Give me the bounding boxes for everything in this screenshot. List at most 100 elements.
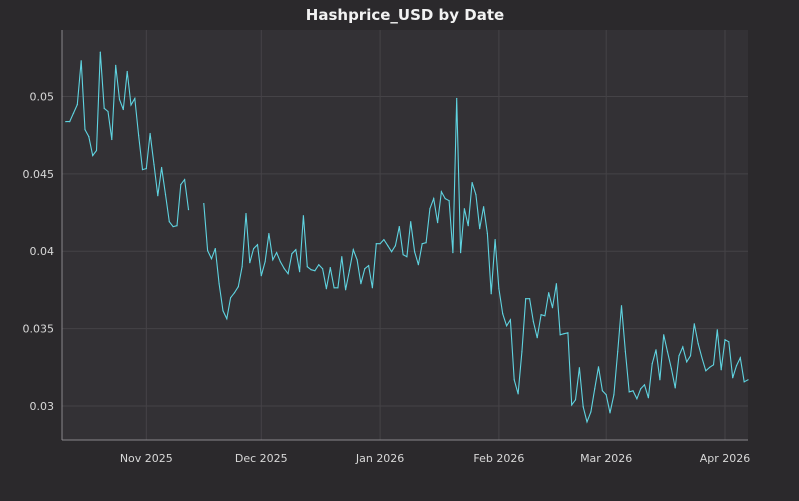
data-point xyxy=(134,97,136,100)
data-point xyxy=(218,283,220,285)
data-point xyxy=(437,222,439,224)
data-point xyxy=(283,268,285,270)
data-point xyxy=(720,369,722,371)
data-point xyxy=(103,107,105,109)
data-point xyxy=(586,421,588,423)
data-point xyxy=(712,364,715,366)
data-point xyxy=(540,314,542,316)
data-point xyxy=(666,351,669,353)
data-point xyxy=(563,333,565,335)
data-point xyxy=(594,388,596,390)
data-point xyxy=(126,70,128,73)
data-point xyxy=(555,283,558,285)
data-point xyxy=(348,270,350,272)
chart-title: Hashprice_USD by Date xyxy=(306,6,504,24)
data-point xyxy=(368,265,370,267)
data-point xyxy=(241,266,243,268)
data-point xyxy=(72,112,75,114)
data-point xyxy=(214,248,216,250)
x-tick-label: Jan 2026 xyxy=(355,452,404,465)
data-point xyxy=(732,377,734,379)
data-point xyxy=(655,349,657,351)
data-point xyxy=(168,221,170,223)
data-point xyxy=(272,259,274,261)
data-point xyxy=(663,334,665,336)
data-point xyxy=(260,275,262,277)
data-point xyxy=(226,318,228,320)
data-point xyxy=(448,200,450,202)
data-point xyxy=(640,388,642,390)
data-point xyxy=(187,209,190,211)
data-point xyxy=(460,252,462,254)
data-point xyxy=(375,243,377,245)
data-point xyxy=(494,239,496,241)
data-point xyxy=(141,169,144,171)
data-point xyxy=(210,258,213,260)
data-point xyxy=(115,64,117,66)
data-point xyxy=(567,332,569,334)
data-point xyxy=(391,251,393,253)
data-point xyxy=(337,287,339,289)
y-tick-label: 0.045 xyxy=(23,168,55,181)
data-point xyxy=(739,357,741,359)
data-point xyxy=(176,225,178,227)
data-point xyxy=(452,252,454,254)
data-point xyxy=(475,194,477,196)
data-point xyxy=(544,315,546,317)
y-axis-ticks: 0.03 0.035 0.04 0.045 0.05 xyxy=(23,91,55,413)
data-point xyxy=(245,213,247,215)
data-point xyxy=(356,259,358,261)
data-point xyxy=(295,249,297,251)
data-point xyxy=(65,121,67,123)
data-point xyxy=(605,394,607,396)
y-tick-label: 0.04 xyxy=(30,245,55,258)
data-point xyxy=(287,273,289,275)
data-point xyxy=(525,298,527,300)
data-point xyxy=(548,292,550,294)
data-point xyxy=(314,270,316,272)
y-tick-label: 0.03 xyxy=(30,400,55,413)
data-point xyxy=(99,51,101,53)
y-tick-label: 0.05 xyxy=(30,91,55,104)
data-point xyxy=(164,194,167,196)
data-point xyxy=(276,252,278,254)
data-point xyxy=(360,283,362,285)
data-point xyxy=(417,264,419,266)
data-point xyxy=(410,221,412,223)
data-point xyxy=(279,261,281,263)
data-point xyxy=(153,164,155,166)
x-tick-label: Feb 2026 xyxy=(473,452,524,465)
data-point xyxy=(705,370,707,372)
data-point xyxy=(509,319,511,321)
data-point xyxy=(130,104,132,106)
x-tick-label: Nov 2025 xyxy=(120,452,173,465)
data-point xyxy=(157,195,159,197)
data-point xyxy=(306,266,308,268)
data-point xyxy=(149,132,151,135)
data-point xyxy=(686,361,688,363)
data-point xyxy=(697,343,699,345)
data-point xyxy=(728,341,730,343)
data-point xyxy=(233,292,236,294)
chart-container: 0.03 0.035 0.04 0.045 0.05 Nov 2025 Dec 2025 J… xyxy=(0,0,799,501)
data-point xyxy=(689,355,692,357)
data-point xyxy=(620,305,623,307)
data-point xyxy=(92,155,94,157)
data-point xyxy=(502,313,504,315)
data-point xyxy=(463,208,465,210)
data-point xyxy=(647,397,650,399)
data-point xyxy=(398,226,400,228)
data-point xyxy=(743,381,745,383)
x-tick-label: Dec 2025 xyxy=(235,452,288,465)
data-point xyxy=(345,289,347,291)
data-point xyxy=(574,399,577,401)
data-point xyxy=(184,179,186,181)
data-point xyxy=(111,138,113,141)
data-point xyxy=(414,251,416,253)
data-point xyxy=(207,250,209,252)
data-point xyxy=(632,390,634,392)
data-point xyxy=(693,323,695,325)
data-point xyxy=(724,339,726,341)
data-point xyxy=(88,136,90,138)
data-point xyxy=(670,368,673,370)
